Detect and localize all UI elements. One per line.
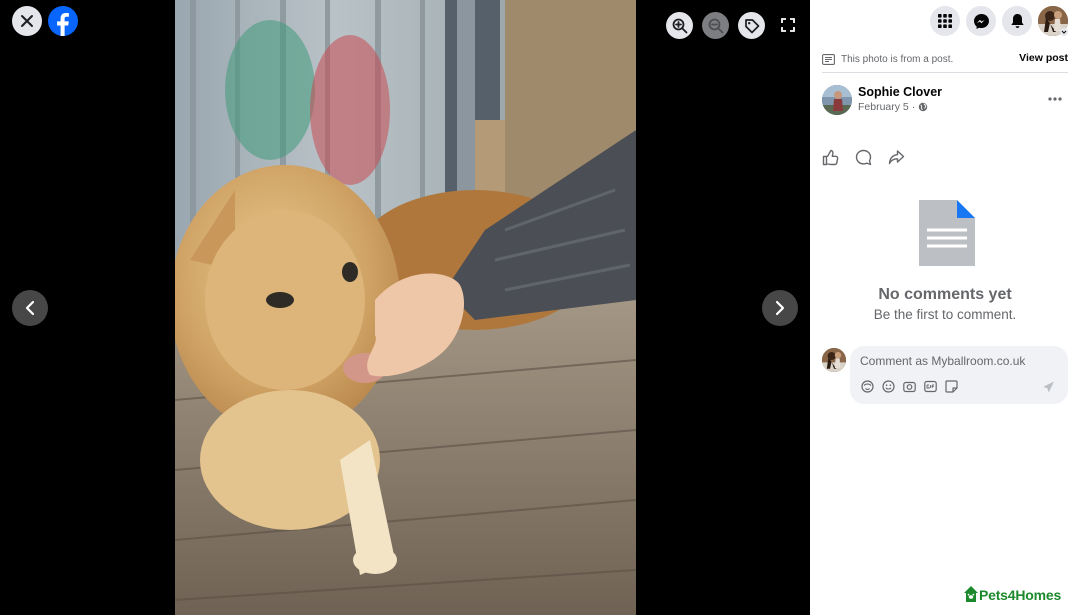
close-icon: [21, 15, 33, 27]
like-button[interactable]: [820, 147, 840, 167]
author-avatar-image: [822, 85, 852, 115]
view-post-link[interactable]: View post: [1019, 52, 1068, 64]
fullscreen-icon: [781, 18, 795, 32]
share-button[interactable]: [886, 147, 906, 167]
bell-icon: [1010, 14, 1024, 28]
like-icon: [822, 149, 838, 165]
share-icon: [888, 149, 904, 164]
messenger-icon: [973, 13, 989, 29]
comment-icon: [855, 149, 871, 165]
emoji-icon: [881, 379, 895, 393]
commenter-avatar-image: [822, 348, 846, 372]
tag-photo-button[interactable]: [738, 12, 765, 39]
watermark-text: Pets4Homes: [979, 587, 1062, 603]
top-navigation-bar: [810, 0, 1080, 42]
menu-button[interactable]: [930, 6, 960, 36]
avatar-sticker-icon: [860, 379, 874, 393]
avatar-sticker-button[interactable]: [860, 379, 874, 393]
no-comments-subtitle: Be the first to comment.: [873, 307, 1017, 322]
post-notice-icon: [822, 53, 835, 65]
zoom-out-icon: [708, 18, 723, 33]
fullscreen-button[interactable]: [776, 12, 800, 38]
zoom-in-icon: [672, 18, 687, 33]
camera-button[interactable]: [902, 379, 916, 393]
gif-button[interactable]: [923, 379, 937, 393]
post-side-panel: This photo is from a post. View post Sop…: [810, 0, 1080, 615]
more-options-button[interactable]: [1043, 89, 1067, 109]
comment-composer: [850, 346, 1068, 404]
divider: [822, 72, 1068, 73]
next-photo-button[interactable]: [762, 290, 798, 326]
post-notice: This photo is from a post. View post: [822, 49, 1068, 69]
close-button[interactable]: [12, 6, 42, 36]
previous-photo-button[interactable]: [12, 290, 48, 326]
comment-input[interactable]: [860, 353, 1060, 369]
gif-icon: [923, 380, 937, 392]
author-avatar[interactable]: [822, 85, 852, 115]
send-comment-button[interactable]: [1043, 379, 1057, 393]
post-date: February 5 ·: [858, 101, 928, 113]
facebook-logo-icon: [57, 13, 69, 36]
more-horizontal-icon: [1048, 97, 1062, 101]
comment-button[interactable]: [853, 147, 873, 167]
watermark: Pets4Homes: [963, 585, 1061, 603]
post-notice-text: This photo is from a post.: [841, 53, 954, 65]
facebook-logo-link[interactable]: [48, 6, 78, 36]
tag-icon: [744, 18, 759, 33]
no-comments-document-icon: [919, 200, 975, 266]
chevron-left-icon: [25, 300, 35, 316]
pets4homes-house-logo: [964, 586, 978, 602]
author-name[interactable]: Sophie Clover: [858, 85, 942, 99]
camera-icon: [902, 381, 916, 392]
send-icon: [1043, 381, 1054, 393]
notifications-button[interactable]: [1002, 6, 1032, 36]
sticker-icon: [944, 379, 958, 393]
emoji-button[interactable]: [881, 379, 895, 393]
globe-icon: [918, 102, 928, 112]
chevron-down-icon: [1060, 28, 1068, 36]
photo-viewer: [0, 0, 810, 615]
zoom-in-button[interactable]: [666, 12, 693, 39]
chevron-right-icon: [775, 300, 785, 316]
post-photo[interactable]: [175, 0, 636, 615]
menu-grid-icon: [938, 14, 952, 28]
messenger-button[interactable]: [966, 6, 996, 36]
dog-photo-image: [175, 0, 636, 615]
commenter-avatar[interactable]: [822, 348, 846, 372]
sticker-button[interactable]: [944, 379, 958, 393]
zoom-out-button[interactable]: [702, 12, 729, 39]
no-comments-title: No comments yet: [878, 286, 1012, 303]
post-date-text[interactable]: February 5 ·: [858, 101, 915, 113]
